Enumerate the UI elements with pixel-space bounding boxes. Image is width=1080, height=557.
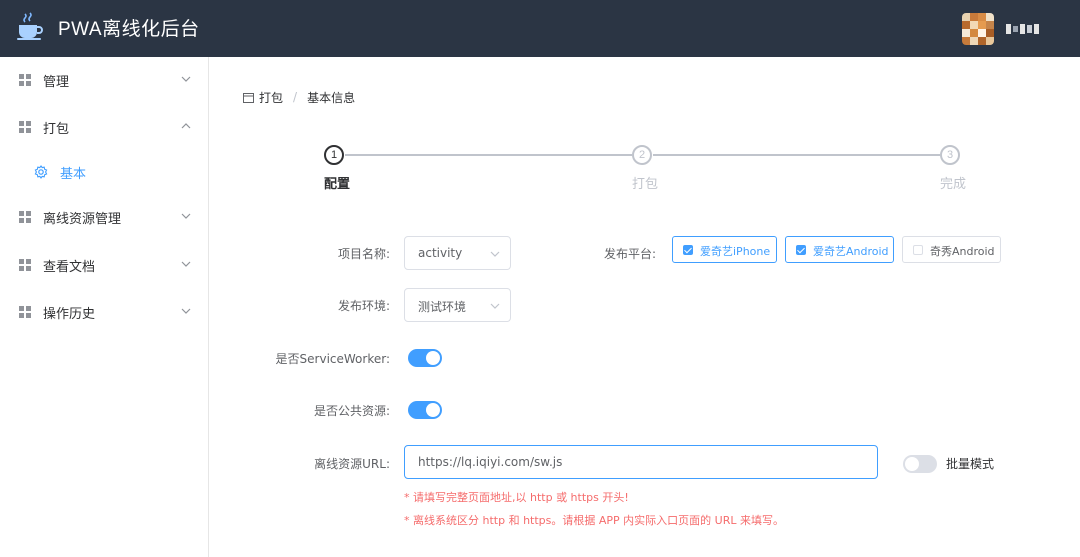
user-avatar[interactable]: [962, 13, 994, 45]
chevron-up-icon: [181, 123, 191, 129]
platform-checkbox-iqiyi-iphone[interactable]: 爱奇艺iPhone: [672, 236, 777, 263]
chevron-down-icon: [181, 261, 191, 267]
chevron-down-icon: [181, 76, 191, 82]
app-title: PWA离线化后台: [58, 19, 200, 40]
username-pixelated[interactable]: [1006, 22, 1040, 36]
project-name-select[interactable]: activity: [404, 236, 511, 270]
url-hint-2: * 离线系统区分 http 和 https。请根据 APP 内实际入口页面的 U…: [404, 514, 784, 527]
chevron-down-icon: [181, 213, 191, 219]
breadcrumb-item-package[interactable]: 打包: [259, 89, 283, 106]
project-name-value: activity: [418, 246, 463, 260]
grid-icon: [19, 121, 31, 133]
project-name-label: 项目名称:: [337, 247, 390, 261]
batch-mode-label: 批量模式: [946, 457, 995, 471]
service-worker-label: 是否ServiceWorker:: [275, 352, 390, 366]
sidebar-item-label: 查看文档: [43, 260, 96, 275]
breadcrumb-item-basic-info: 基本信息: [307, 90, 356, 105]
chevron-down-icon: [490, 251, 500, 257]
switch-knob: [905, 457, 919, 471]
breadcrumb: 打包 / 基本信息: [243, 89, 355, 105]
step-3-indicator: 3: [940, 145, 960, 165]
sidebar-item-label: 操作历史: [43, 307, 96, 322]
gear-icon: [34, 165, 48, 179]
switch-knob: [426, 403, 440, 417]
top-header: PWA离线化后台: [0, 0, 1080, 57]
chevron-down-icon: [181, 308, 191, 314]
step-1-indicator: 1: [324, 145, 344, 165]
step-1-title: 配置: [324, 177, 351, 192]
grid-icon: [19, 74, 31, 86]
sidebar: 管理 打包 基本 离线资源管理 查看文档 操作历史: [0, 57, 209, 557]
breadcrumb-separator: /: [293, 90, 298, 104]
sidebar-subitem-basic[interactable]: 基本: [0, 149, 208, 195]
step-2-title: 打包: [632, 177, 659, 192]
sidebar-item-label: 打包: [43, 122, 70, 137]
batch-mode-switch[interactable]: [903, 455, 937, 473]
grid-icon: [19, 306, 31, 318]
step-connector: [345, 154, 632, 156]
sidebar-item-manage[interactable]: 管理: [0, 57, 208, 103]
service-worker-switch[interactable]: [408, 349, 442, 367]
sidebar-item-label: 管理: [43, 75, 70, 90]
checkbox-checked-icon: [683, 245, 693, 255]
sidebar-item-history[interactable]: 操作历史: [0, 289, 208, 335]
checkbox-checked-icon: [796, 245, 806, 255]
switch-knob: [426, 351, 440, 365]
grid-icon: [19, 211, 31, 223]
env-value: 测试环境: [418, 300, 467, 314]
sidebar-subitem-label: 基本: [60, 167, 87, 182]
offline-url-input[interactable]: [404, 445, 878, 479]
step-3-title: 完成: [940, 177, 967, 192]
platform-label: 发布平台:: [603, 247, 656, 261]
step-connector: [653, 154, 940, 156]
platform-checkbox-iqiyi-android[interactable]: 爱奇艺Android: [785, 236, 894, 263]
public-resource-label: 是否公共资源:: [313, 404, 390, 418]
coffee-cup-icon: [17, 12, 43, 40]
env-label: 发布环境:: [337, 299, 390, 313]
platform-checkbox-label: 爱奇艺Android: [813, 245, 889, 258]
calendar-icon: [243, 92, 254, 103]
chevron-down-icon: [490, 303, 500, 309]
sidebar-item-docs[interactable]: 查看文档: [0, 242, 208, 288]
platform-checkbox-label: 爱奇艺iPhone: [700, 245, 771, 258]
grid-icon: [19, 259, 31, 271]
public-resource-switch[interactable]: [408, 401, 442, 419]
checkbox-unchecked-icon: [913, 245, 923, 255]
step-2-indicator: 2: [632, 145, 652, 165]
sidebar-item-label: 离线资源管理: [43, 212, 122, 227]
platform-checkbox-label: 奇秀Android: [930, 245, 995, 258]
url-hint-1: * 请填写完整页面地址,以 http 或 https 开头!: [404, 491, 629, 504]
platform-checkbox-qixiu-android[interactable]: 奇秀Android: [902, 236, 1001, 263]
sidebar-item-offline-resources[interactable]: 离线资源管理: [0, 194, 208, 240]
offline-url-label: 离线资源URL:: [314, 457, 390, 471]
env-select[interactable]: 测试环境: [404, 288, 511, 322]
sidebar-item-package[interactable]: 打包: [0, 104, 208, 150]
